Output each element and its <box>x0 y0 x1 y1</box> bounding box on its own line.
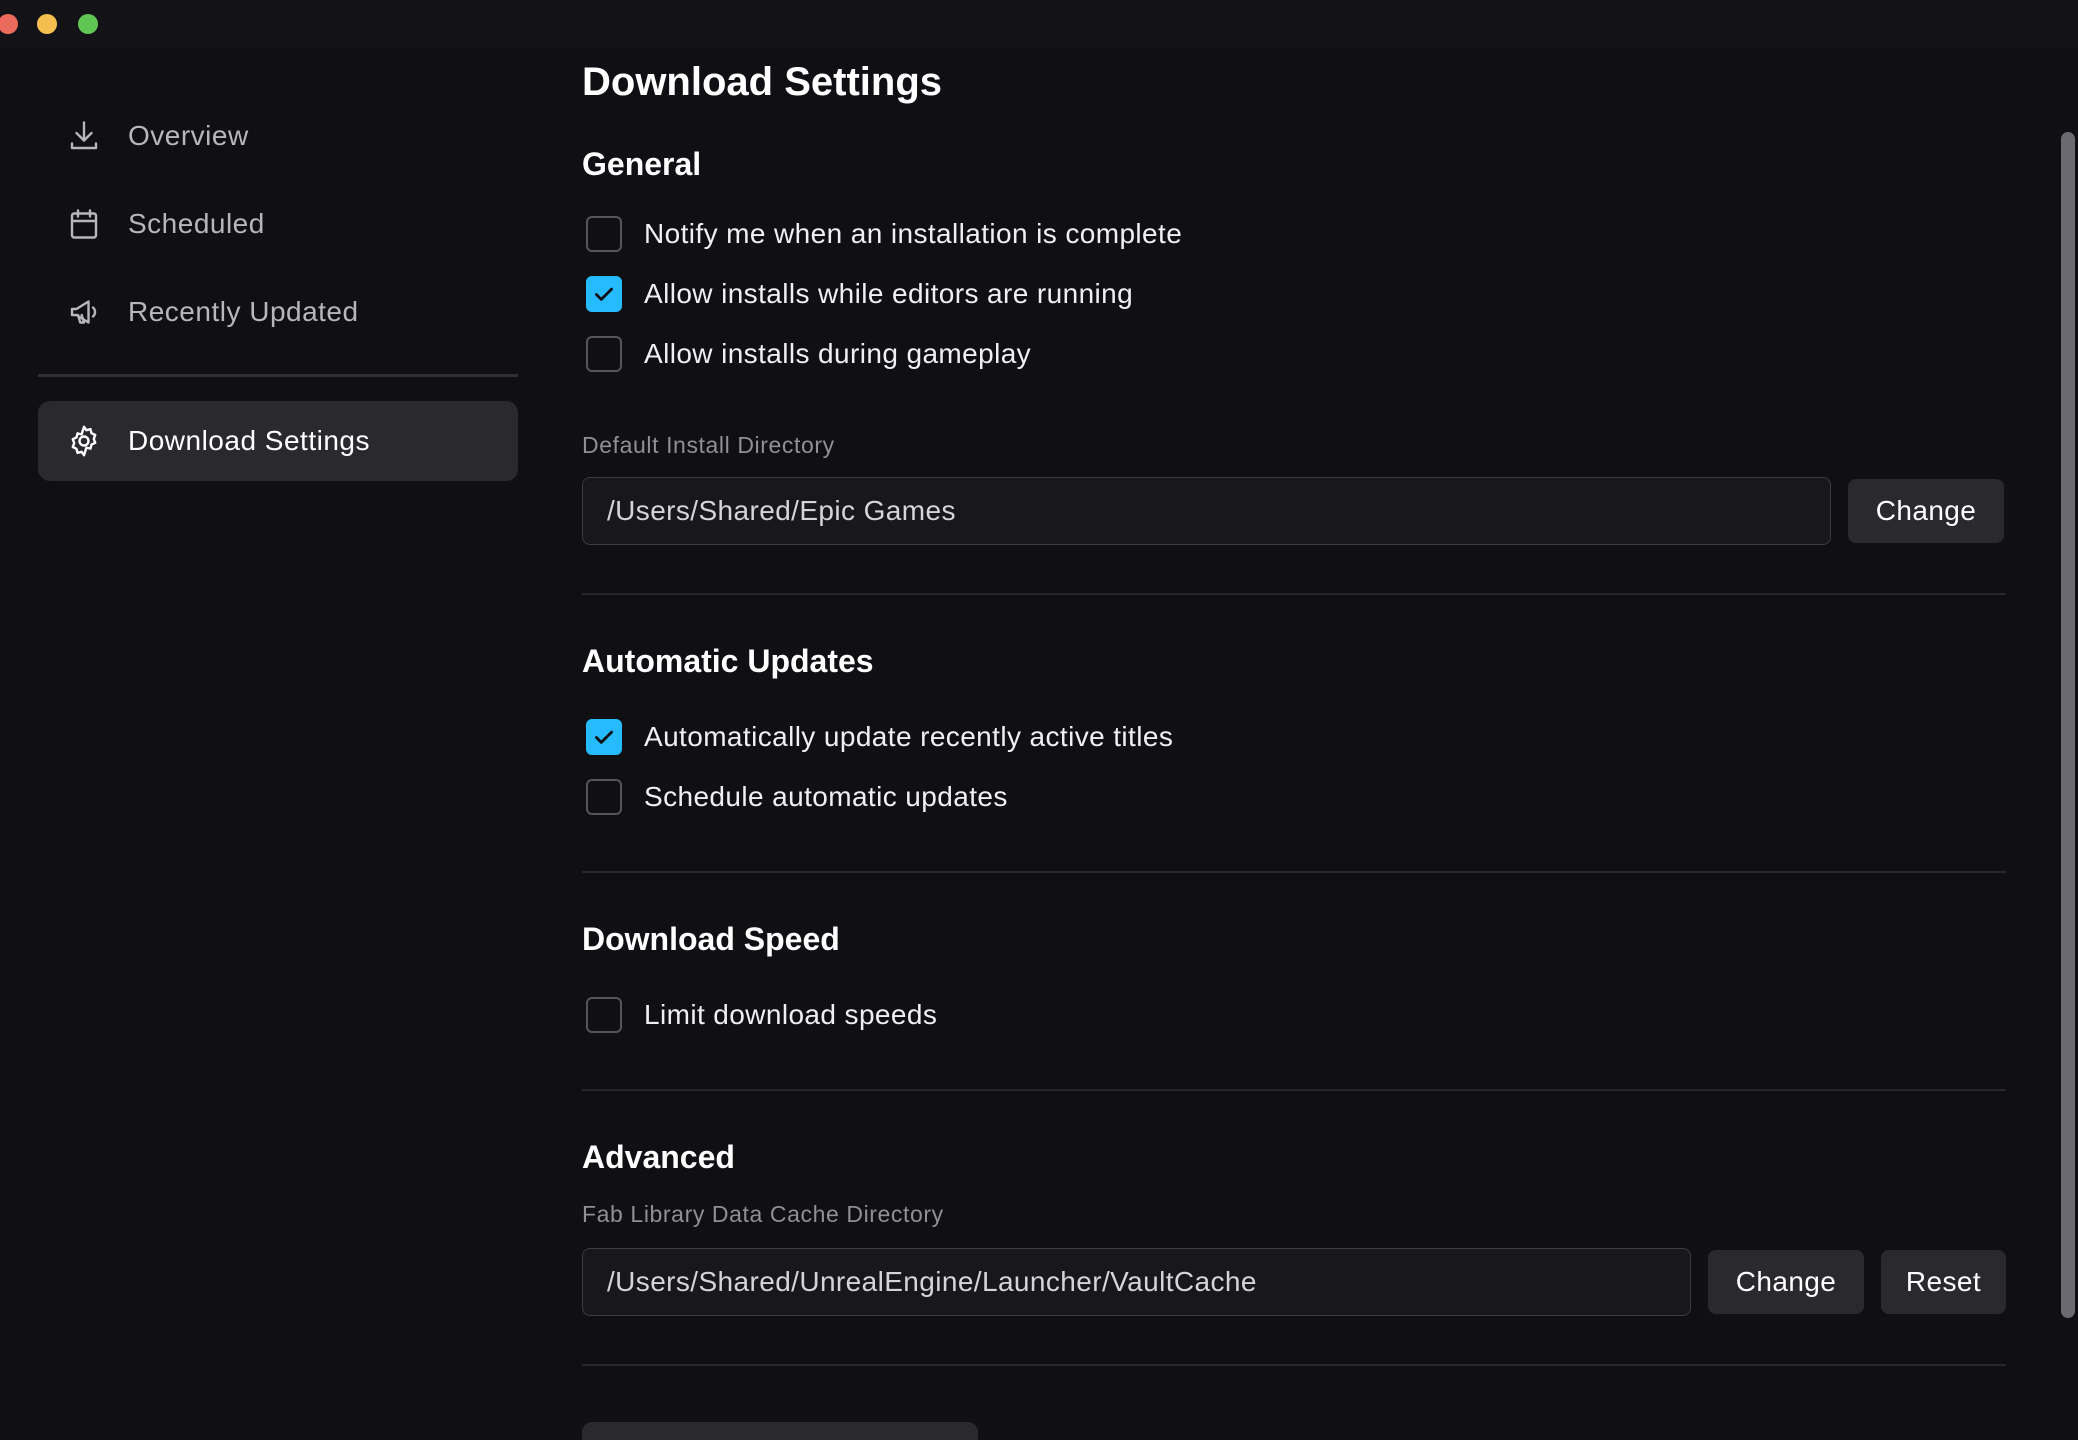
section-title-download-speed: Download Speed <box>582 921 840 957</box>
sidebar-item-label: Recently Updated <box>128 296 359 327</box>
sidebar: Overview Scheduled Recently Updated Down… <box>38 96 518 481</box>
window-close-button[interactable] <box>0 14 18 34</box>
option-label: Notify me when an installation is comple… <box>644 218 1183 249</box>
option-label: Automatically update recently active tit… <box>644 721 1174 752</box>
megaphone-icon <box>64 292 104 332</box>
option-limit-download-speeds[interactable]: Limit download speeds <box>582 985 2006 1045</box>
reset-cache-directory-button[interactable]: Reset <box>1881 1250 2006 1314</box>
option-auto-update-active-titles[interactable]: Automatically update recently active tit… <box>582 707 2006 767</box>
option-label: Allow installs during gameplay <box>644 338 1032 369</box>
checkbox-unchecked[interactable] <box>586 216 622 252</box>
page-title: Download Settings <box>582 60 942 104</box>
checkmark-icon <box>595 730 613 744</box>
option-label: Limit download speeds <box>644 999 938 1030</box>
sidebar-item-label: Overview <box>128 120 249 151</box>
sidebar-item-scheduled[interactable]: Scheduled <box>38 184 518 264</box>
settings-content: Download Settings General Notify me when… <box>582 52 2006 1366</box>
checkbox-unchecked[interactable] <box>586 997 622 1033</box>
gear-icon <box>64 421 104 461</box>
checkmark-icon <box>595 287 613 301</box>
scrollbar-track[interactable] <box>2056 48 2078 1440</box>
cache-directory-label: Fab Library Data Cache Directory <box>582 1201 944 1227</box>
option-label: Schedule automatic updates <box>644 781 1008 812</box>
app-window: Overview Scheduled Recently Updated Down… <box>0 0 2078 1440</box>
option-allow-installs-editors[interactable]: Allow installs while editors are running <box>582 264 2006 324</box>
sidebar-item-label: Scheduled <box>128 208 265 239</box>
sidebar-item-download-settings[interactable]: Download Settings <box>38 401 518 481</box>
install-directory-input[interactable]: /Users/Shared/Epic Games <box>582 477 1831 545</box>
sidebar-item-overview[interactable]: Overview <box>38 96 518 176</box>
install-directory-label: Default Install Directory <box>582 432 835 458</box>
option-allow-installs-gameplay[interactable]: Allow installs during gameplay <box>582 324 2006 384</box>
partially-visible-button[interactable] <box>582 1422 978 1440</box>
option-label: Allow installs while editors are running <box>644 278 1134 309</box>
cache-directory-input[interactable]: /Users/Shared/UnrealEngine/Launcher/Vaul… <box>582 1248 1691 1316</box>
option-schedule-auto-updates[interactable]: Schedule automatic updates <box>582 767 2006 827</box>
checkbox-unchecked[interactable] <box>586 336 622 372</box>
sidebar-item-label: Download Settings <box>128 425 370 456</box>
checkbox-unchecked[interactable] <box>586 779 622 815</box>
calendar-icon <box>64 204 104 244</box>
change-install-directory-button[interactable]: Change <box>1848 479 2004 543</box>
scrollbar-thumb[interactable] <box>2061 132 2075 1318</box>
section-title-general: General <box>582 146 702 182</box>
window-maximize-button[interactable] <box>78 14 98 34</box>
checkbox-checked[interactable] <box>586 276 622 312</box>
section-divider <box>582 1364 2006 1366</box>
section-title-automatic-updates: Automatic Updates <box>582 643 874 679</box>
sidebar-item-recently-updated[interactable]: Recently Updated <box>38 272 518 352</box>
option-notify-install-complete[interactable]: Notify me when an installation is comple… <box>582 204 2006 264</box>
change-cache-directory-button[interactable]: Change <box>1708 1250 1864 1314</box>
sidebar-divider <box>38 374 518 377</box>
section-title-advanced: Advanced <box>582 1139 735 1175</box>
download-icon <box>64 116 104 156</box>
window-minimize-button[interactable] <box>37 14 57 34</box>
title-bar <box>0 0 2078 48</box>
checkbox-checked[interactable] <box>586 719 622 755</box>
